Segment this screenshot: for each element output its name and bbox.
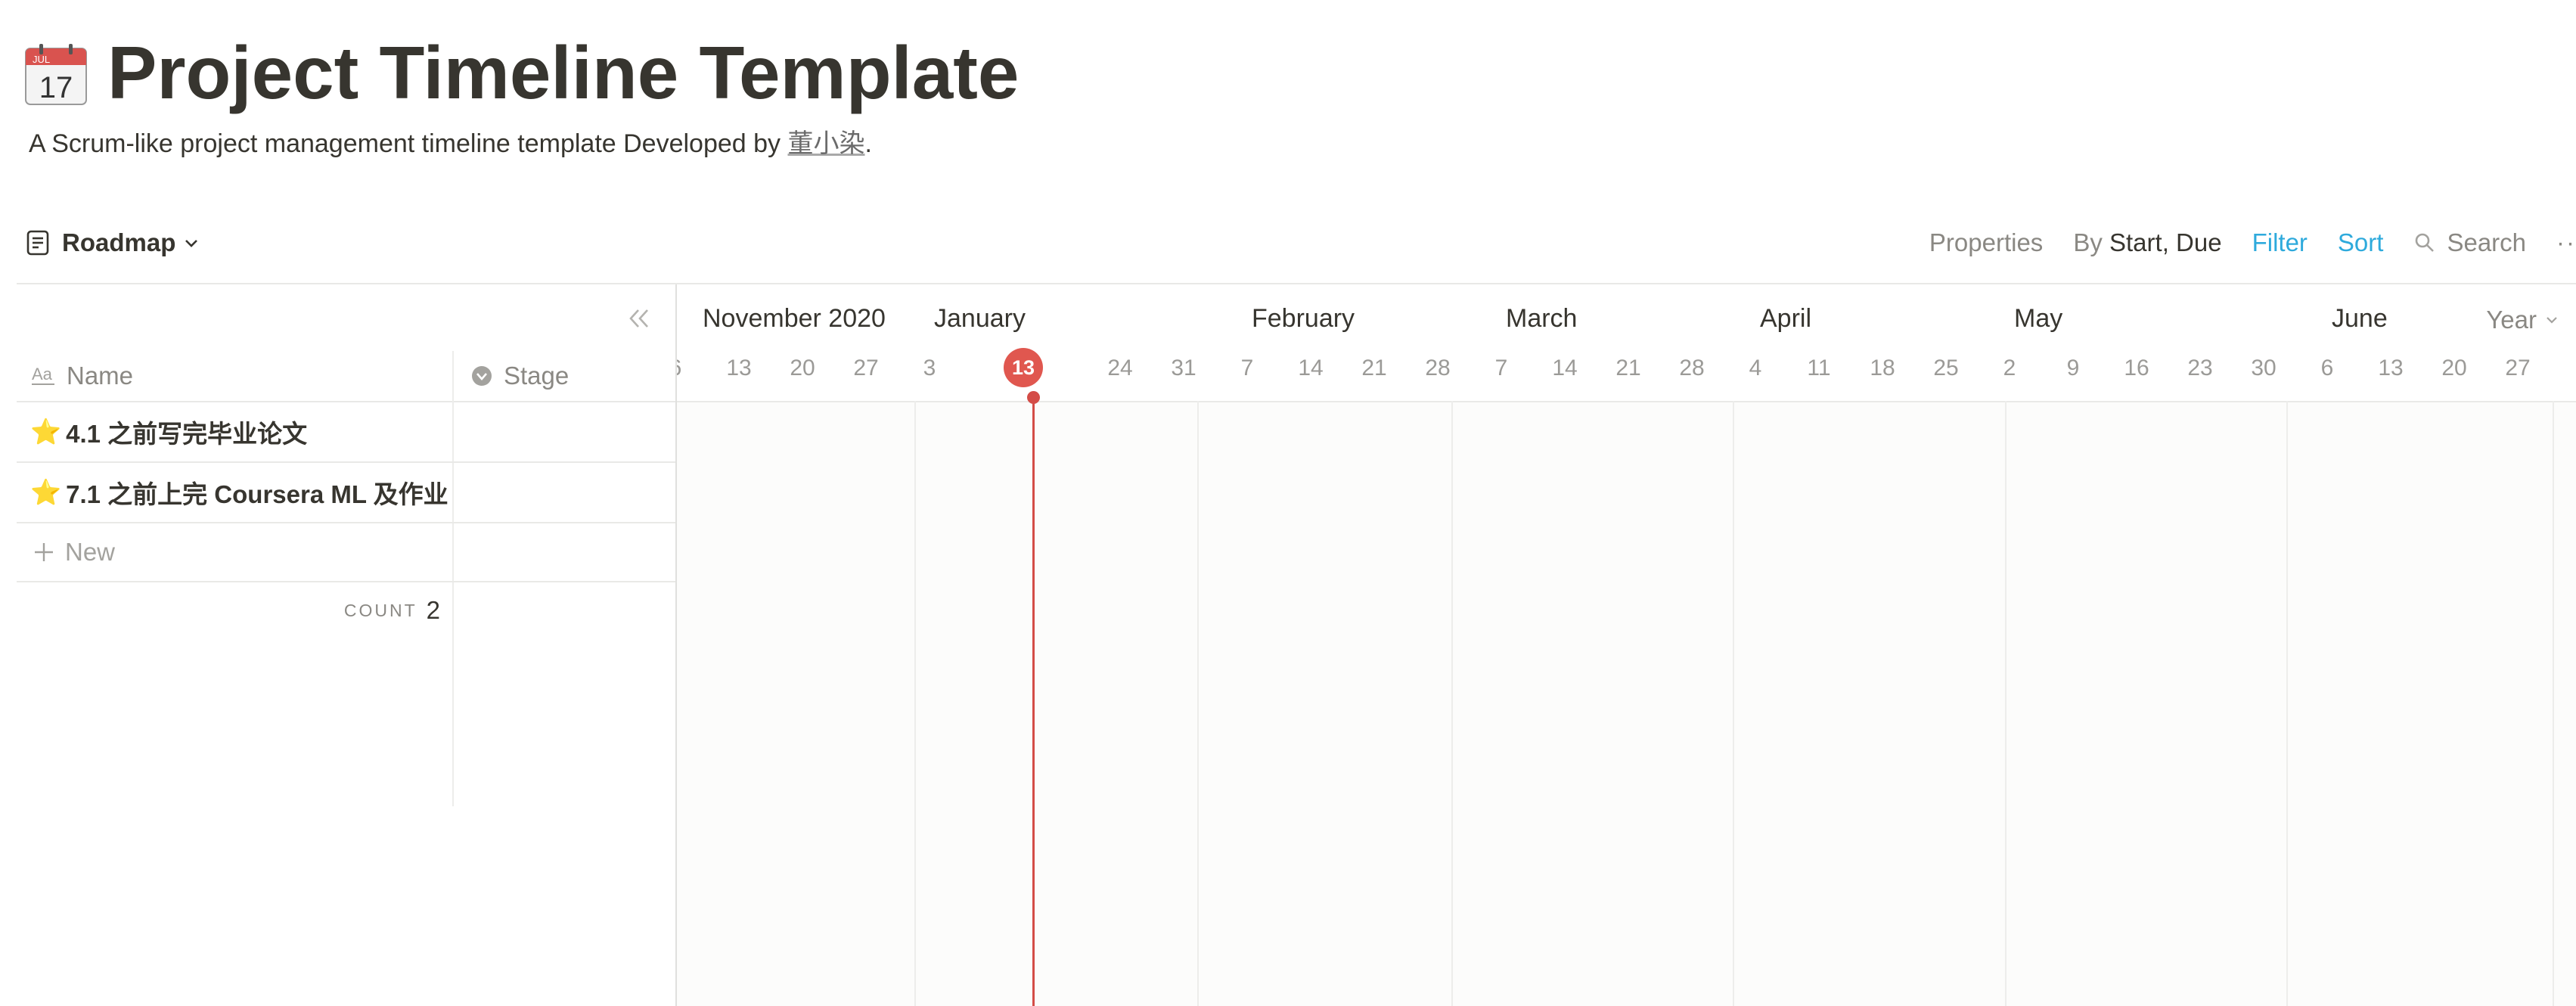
day-label: 14	[1552, 356, 1578, 380]
day-label: 20	[790, 356, 815, 380]
column-header-stage[interactable]: Stage	[470, 351, 569, 401]
view-name: Roadmap	[62, 228, 176, 256]
table-row[interactable]: ⭐ 7.1 之前上完 Coursera ML 及作业	[17, 463, 676, 523]
month-gridline	[914, 401, 916, 1006]
page-title: Project Timeline Template	[107, 31, 1020, 114]
day-label: 3	[923, 356, 936, 380]
new-row-label: New	[65, 538, 116, 566]
timeline-header: November 2020 January February March Apr…	[677, 284, 2576, 402]
day-label: 6	[2320, 356, 2334, 380]
svg-text:Aa: Aa	[32, 365, 53, 383]
day-label: 11	[1807, 356, 1831, 380]
description-end: .	[864, 129, 872, 158]
column-header-name[interactable]: Aa Name	[32, 351, 133, 401]
page-description: A Scrum-like project management timeline…	[29, 126, 872, 162]
day-label: 7	[1240, 356, 1254, 380]
day-label: 28	[1679, 356, 1705, 380]
group-by-value: Start, Due	[2109, 228, 2222, 256]
star-icon: ⭐	[30, 477, 62, 506]
day-label: 21	[1615, 356, 1641, 380]
database-toolbar: Roadmap Properties By Start, Due Filter …	[0, 212, 2576, 272]
day-label: 7	[1494, 356, 1508, 380]
day-label: 30	[2251, 356, 2277, 380]
table-row[interactable]: ⭐ 4.1 之前写完毕业论文	[17, 402, 676, 463]
day-label: 27	[2505, 356, 2531, 380]
plus-icon	[35, 543, 53, 561]
day-label: 23	[2187, 356, 2213, 380]
more-options-icon[interactable]: ··	[2556, 228, 2576, 257]
chevron-down-icon	[2547, 317, 2557, 324]
day-label: 20	[2441, 356, 2467, 380]
select-icon	[472, 366, 492, 386]
day-label: 14	[1298, 356, 1324, 380]
today-badge[interactable]: 13	[1004, 348, 1043, 387]
day-label: 25	[1933, 356, 1959, 380]
zoom-select[interactable]: Year	[2486, 306, 2559, 334]
toolbar-actions: Properties By Start, Due Filter Sort Sea…	[1929, 222, 2576, 263]
month-gridline	[1733, 401, 1734, 1006]
description-text: A Scrum-like project management timeline…	[29, 129, 788, 158]
group-by-prefix: By	[2073, 228, 2103, 256]
month-label: March	[1506, 304, 1578, 333]
row-title-text: 4.1 之前写完毕业论文	[66, 420, 308, 448]
day-label: 13	[726, 356, 752, 380]
view-switcher[interactable]: Roadmap	[26, 222, 200, 263]
month-gridline	[1451, 401, 1453, 1006]
author-link[interactable]: 董小染	[787, 129, 864, 158]
row-title[interactable]: ⭐ 4.1 之前写完毕业论文	[30, 402, 307, 461]
day-label: 21	[1361, 356, 1387, 380]
row-title-text: 7.1 之前上完 Coursera ML 及作业	[66, 480, 448, 508]
day-label: 27	[853, 356, 879, 380]
properties-button[interactable]: Properties	[1929, 228, 2043, 257]
table-pane: Aa Name Stage ⭐ 4.1 之前写完毕业论文 ⭐ 7.1 之前上完 Co…	[17, 284, 676, 1006]
day-label: 28	[1425, 356, 1451, 380]
calendar-month: JUL	[33, 54, 50, 65]
document-list-icon	[26, 230, 49, 256]
month-label: June	[2332, 304, 2388, 333]
month-gridline	[2005, 401, 2006, 1006]
zoom-label: Year	[2486, 306, 2537, 334]
table-header: Aa Name Stage	[17, 351, 676, 402]
today-marker-line	[1032, 396, 1035, 1006]
count-label: COUNT	[343, 600, 417, 620]
row-title[interactable]: ⭐ 7.1 之前上完 Coursera ML 及作业	[30, 463, 448, 522]
month-gridline	[1197, 401, 1199, 1006]
group-by-button[interactable]: By Start, Due	[2073, 228, 2221, 257]
day-label: 9	[2066, 356, 2080, 380]
day-label: 18	[1870, 356, 1895, 380]
day-label: 31	[1171, 356, 1196, 380]
day-label: 24	[1107, 356, 1133, 380]
search-button[interactable]: Search	[2413, 228, 2526, 257]
calendar-icon[interactable]: JUL 17	[24, 42, 88, 106]
page-header: JUL 17 Project Timeline Template A Scrum…	[0, 0, 2576, 197]
day-label: 2	[2003, 356, 2016, 380]
search-label: Search	[2447, 228, 2527, 256]
month-gridline	[2553, 401, 2554, 1006]
month-gridline	[2286, 401, 2288, 1006]
day-label: 4	[1749, 356, 1762, 380]
collapse-table-icon[interactable]	[622, 301, 656, 336]
month-label: April	[1760, 304, 1812, 333]
star-icon: ⭐	[30, 417, 62, 446]
column-name-label: Name	[67, 362, 134, 390]
month-label: November 2020	[703, 304, 886, 333]
count-value: 2	[426, 596, 440, 624]
count-summary[interactable]: COUNT 2	[17, 582, 440, 638]
column-stage-label: Stage	[504, 362, 570, 390]
day-label: 16	[2124, 356, 2149, 380]
calendar-day: 17	[39, 71, 73, 104]
sort-button[interactable]: Sort	[2338, 228, 2384, 257]
day-label: 13	[2378, 356, 2404, 380]
text-aa-icon: Aa	[32, 365, 54, 385]
timeline-pane[interactable]: November 2020 January February March Apr…	[677, 284, 2576, 1006]
new-row-button[interactable]: New	[17, 523, 676, 582]
month-label: January	[934, 304, 1026, 333]
day-label: 6	[677, 356, 702, 381]
month-label: February	[1252, 304, 1355, 333]
search-icon	[2416, 233, 2435, 252]
month-label: May	[2014, 304, 2063, 333]
today-marker-dot	[1027, 391, 1040, 404]
filter-button[interactable]: Filter	[2252, 228, 2308, 257]
chevron-down-icon	[185, 240, 198, 247]
